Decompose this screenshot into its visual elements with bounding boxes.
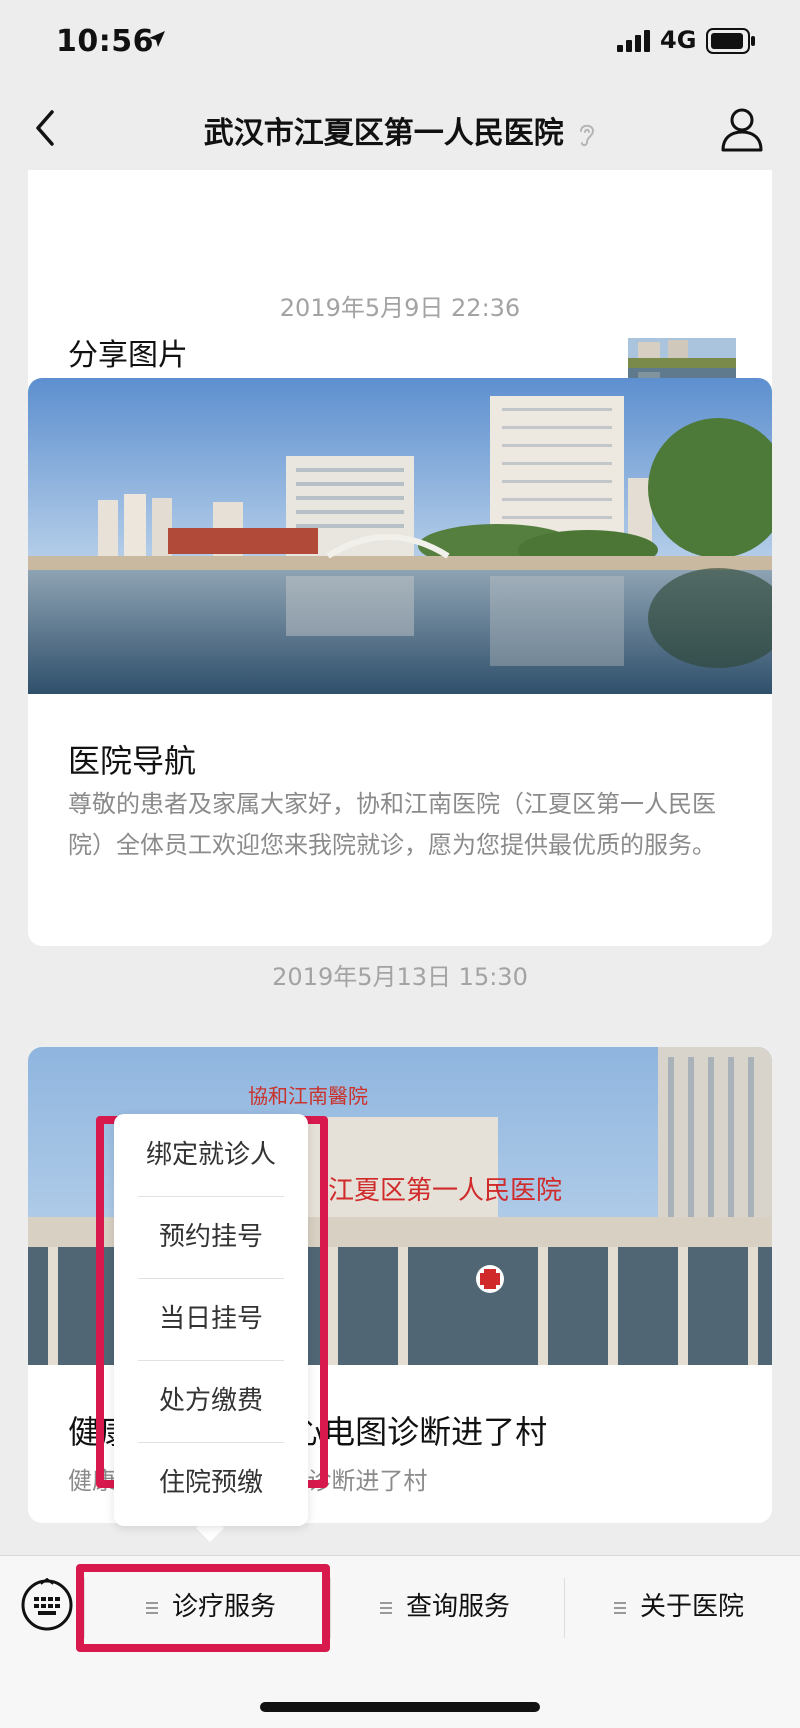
article-title: 医院导航 bbox=[68, 742, 197, 780]
article-description: 尊敬的患者及家属大家好，协和江南医院（江夏区第一人民医院）全体员工欢迎您来我院就… bbox=[68, 790, 716, 859]
menu-tab-about-hospital[interactable]: 关于医院 bbox=[614, 1582, 744, 1632]
svg-text:協和江南醫院: 協和江南醫院 bbox=[248, 1084, 368, 1108]
menu-tab-highlight-box bbox=[76, 1564, 330, 1652]
divider bbox=[330, 1578, 331, 1638]
svg-text:江夏区第一人民医院: 江夏区第一人民医院 bbox=[328, 1176, 562, 1206]
page-title-text: 武汉市江夏区第一人民医院 bbox=[203, 116, 564, 151]
signal-icon bbox=[617, 30, 650, 52]
menu-tab-label: 关于医院 bbox=[640, 1592, 745, 1622]
hospital-lake-photo bbox=[28, 378, 772, 694]
article-card-hospital-nav[interactable]: 医院导航 尊敬的患者及家属大家好，协和江南医院（江夏区第一人民医院）全体员工欢迎… bbox=[28, 378, 772, 946]
home-indicator bbox=[260, 1702, 540, 1712]
nav-bar: 武汉市江夏区第一人民医院 bbox=[0, 90, 800, 170]
status-bar: 10:56 4G bbox=[0, 0, 800, 90]
network-type: 4G bbox=[660, 26, 697, 54]
profile-icon[interactable] bbox=[718, 104, 766, 154]
status-time: 10:56 bbox=[56, 24, 154, 59]
message-timestamp: 2019年5月9日 22:36 bbox=[279, 294, 521, 322]
submenu-item-prescription-payment[interactable]: 处方缴费 bbox=[114, 1360, 308, 1442]
submenu-item-appointment[interactable]: 预约挂号 bbox=[114, 1196, 308, 1278]
submenu-item-bind-patient[interactable]: 绑定就诊人 bbox=[114, 1114, 308, 1196]
submenu-item-inpatient-deposit[interactable]: 住院预缴 bbox=[114, 1442, 308, 1524]
menu-lines-icon bbox=[614, 1601, 626, 1614]
location-arrow-icon bbox=[149, 31, 165, 47]
back-arrow-icon[interactable] bbox=[26, 106, 66, 150]
message-timestamp: 2019年5月13日 15:30 bbox=[272, 963, 528, 991]
bottom-menu-bar: 诊疗服务 查询服务 关于医院 bbox=[0, 1555, 800, 1728]
article-title: 分享图片 bbox=[68, 338, 188, 373]
menu-lines-icon bbox=[380, 1601, 392, 1614]
menu-tab-query-services[interactable]: 查询服务 bbox=[380, 1582, 510, 1632]
battery-icon bbox=[706, 28, 755, 54]
menu-tab-label: 查询服务 bbox=[406, 1592, 511, 1622]
service-submenu: 绑定就诊人 预约挂号 当日挂号 处方缴费 住院预缴 bbox=[114, 1114, 308, 1526]
divider bbox=[564, 1578, 565, 1638]
keyboard-icon[interactable] bbox=[20, 1578, 74, 1632]
ear-icon bbox=[580, 124, 595, 146]
submenu-item-same-day-registration[interactable]: 当日挂号 bbox=[114, 1278, 308, 1360]
page-title: 武汉市江夏区第一人民医院 bbox=[120, 108, 680, 152]
